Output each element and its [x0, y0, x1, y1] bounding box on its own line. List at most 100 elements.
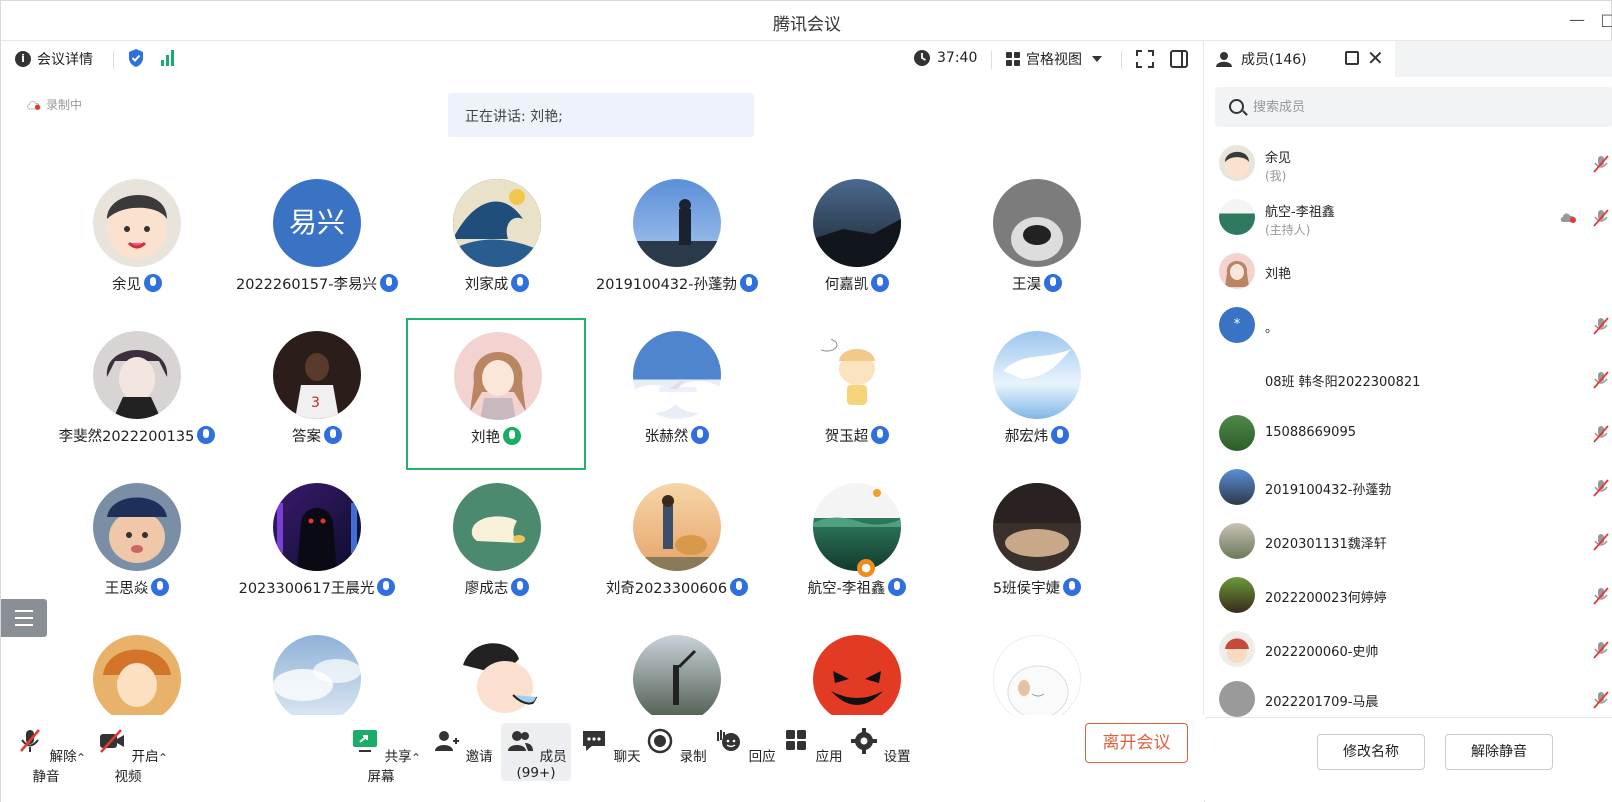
window-title: 腾讯会议	[773, 15, 841, 35]
avatar[interactable]	[633, 635, 721, 715]
settings-label: 设置	[883, 749, 911, 765]
participant-name: 郝宏炜	[1004, 429, 1049, 445]
avatar[interactable]	[993, 635, 1081, 715]
microphone-muted-icon[interactable]	[1591, 532, 1611, 552]
unmute-button[interactable]: 解除静音	[11, 727, 81, 785]
security-shield-icon[interactable]	[127, 48, 145, 68]
meeting-details-button[interactable]: i 会议详情	[15, 49, 93, 69]
microphone-muted-icon[interactable]	[1591, 690, 1611, 710]
list-item[interactable]: 2019100432-孙蓬勃	[1215, 461, 1612, 515]
chat-button[interactable]: 聊天	[575, 727, 645, 765]
reaction-button[interactable]: 回应	[710, 727, 780, 765]
list-item[interactable]: 08班 韩冬阳2022300821	[1215, 353, 1612, 407]
minimize-button[interactable]: —	[1566, 9, 1588, 31]
meeting-info-bar: i 会议详情 37:40 宫格视图	[1, 41, 1204, 77]
list-item[interactable]: 余见 (我)	[1215, 137, 1612, 191]
members-button[interactable]: 成员(99+)	[501, 723, 571, 781]
list-item[interactable]: 2022201709-马晨	[1215, 673, 1612, 717]
microphone-muted-icon[interactable]	[1591, 586, 1611, 606]
participant-tile[interactable]: 易兴 2022260157-李易兴	[227, 167, 407, 317]
avatar	[93, 331, 181, 419]
settings-button[interactable]: 设置	[845, 727, 915, 765]
participant-tile[interactable]: 贺玉超	[767, 319, 947, 469]
rename-button[interactable]: 修改名称	[1317, 734, 1425, 770]
unmute-all-button[interactable]: 解除静音	[1445, 734, 1553, 770]
maximize-button[interactable]: □	[1597, 9, 1612, 31]
microphone-icon	[1063, 578, 1082, 596]
member-name: 2020301131魏泽轩	[1265, 537, 1387, 552]
avatar	[1219, 681, 1255, 717]
invite-button[interactable]: 邀请	[427, 727, 497, 765]
avatar[interactable]	[273, 635, 361, 715]
audio-options-chevron-icon[interactable]: ⌃	[76, 751, 86, 765]
participant-tile[interactable]: ● 航空-李祖鑫	[767, 471, 947, 621]
members-count-label: 成员(146)	[1241, 52, 1307, 68]
microphone-muted-icon[interactable]	[1591, 640, 1611, 660]
list-item[interactable]: 2022200060-史帅	[1215, 623, 1612, 677]
share-options-chevron-icon[interactable]: ⌃	[411, 751, 421, 765]
participant-tile[interactable]: 2019100432-孙蓬勃	[587, 167, 767, 317]
start-video-button[interactable]: 开启视频	[93, 727, 163, 785]
participant-tile-active-speaker[interactable]: 刘艳	[406, 318, 586, 470]
divider	[113, 51, 114, 69]
participant-row-partial	[1, 623, 1204, 715]
apps-button[interactable]: 应用	[777, 727, 847, 765]
recording-indicator[interactable]: 录制中	[26, 96, 82, 113]
microphone-muted-icon[interactable]	[1591, 154, 1611, 174]
member-role: (主持人)	[1265, 223, 1311, 237]
clock-icon	[914, 50, 930, 66]
list-item[interactable]: 2020301131魏泽轩	[1215, 515, 1612, 569]
record-button[interactable]: 录制	[641, 727, 711, 765]
microphone-muted-icon[interactable]	[1591, 208, 1611, 228]
members-panel: 成员(146) ✕ 余见 (我) 航空-李祖鑫 (主持人)	[1205, 41, 1612, 802]
list-item[interactable]: 2022200023何婷婷	[1215, 569, 1612, 623]
participant-tile[interactable]: 何嘉凯	[767, 167, 947, 317]
list-item[interactable]: 刘艳	[1215, 245, 1612, 299]
avatar[interactable]	[453, 635, 541, 715]
participant-tile[interactable]: 廖成志	[407, 471, 587, 621]
close-icon[interactable]: ✕	[1367, 46, 1384, 70]
participant-tile[interactable]: 5班侯宇婕	[947, 471, 1127, 621]
gear-icon	[851, 728, 878, 754]
member-search-input[interactable]	[1253, 87, 1593, 127]
participant-tile[interactable]: 刘奇2023300606	[587, 471, 767, 621]
avatar	[633, 331, 721, 419]
chevron-down-icon	[1092, 56, 1102, 62]
microphone-icon	[511, 274, 530, 292]
participant-tile[interactable]: 郝宏炜	[947, 319, 1127, 469]
list-item[interactable]: 航空-李祖鑫 (主持人)	[1215, 191, 1612, 245]
fullscreen-icon[interactable]	[1135, 49, 1155, 69]
members-panel-footer: 修改名称 解除静音	[1205, 717, 1612, 802]
avatar[interactable]	[813, 635, 901, 715]
participant-tile[interactable]: 2023300617王晨光	[227, 471, 407, 621]
view-mode-label: 宫格视图	[1026, 52, 1082, 68]
participant-tile[interactable]: 刘家成	[407, 167, 587, 317]
leave-meeting-button[interactable]: 离开会议	[1085, 723, 1188, 763]
avatar	[813, 483, 901, 571]
avatar[interactable]	[93, 635, 181, 715]
video-options-chevron-icon[interactable]: ⌃	[158, 751, 168, 765]
microphone-muted-icon[interactable]	[1591, 424, 1611, 444]
microphone-muted-icon[interactable]	[1591, 370, 1611, 390]
popout-window-icon[interactable]	[1345, 51, 1359, 65]
participant-tile[interactable]: 王淏	[947, 167, 1127, 317]
members-icon	[508, 731, 534, 751]
signal-strength-icon[interactable]	[161, 50, 174, 66]
list-item[interactable]: 15088669095	[1215, 407, 1612, 461]
share-screen-icon	[353, 730, 378, 752]
member-name: 。	[1265, 321, 1279, 336]
sidebar-toggle-icon[interactable]	[1169, 49, 1189, 69]
participant-tile[interactable]: 余见	[47, 167, 227, 317]
participant-tile[interactable]: 张赫然	[587, 319, 767, 469]
participant-list-toggle[interactable]	[1, 599, 47, 637]
participant-tile[interactable]: 王思焱	[47, 471, 227, 621]
microphone-icon	[1044, 274, 1062, 292]
list-item[interactable]: * 。	[1215, 299, 1612, 353]
share-screen-button[interactable]: 共享屏幕	[346, 727, 416, 785]
divider	[991, 51, 992, 69]
view-mode-dropdown[interactable]: 宫格视图	[1006, 49, 1102, 69]
participant-tile[interactable]: 李斐然2022200135	[47, 319, 227, 469]
microphone-icon	[151, 578, 170, 596]
microphone-muted-icon[interactable]	[1591, 478, 1611, 498]
microphone-muted-icon[interactable]	[1591, 316, 1611, 336]
